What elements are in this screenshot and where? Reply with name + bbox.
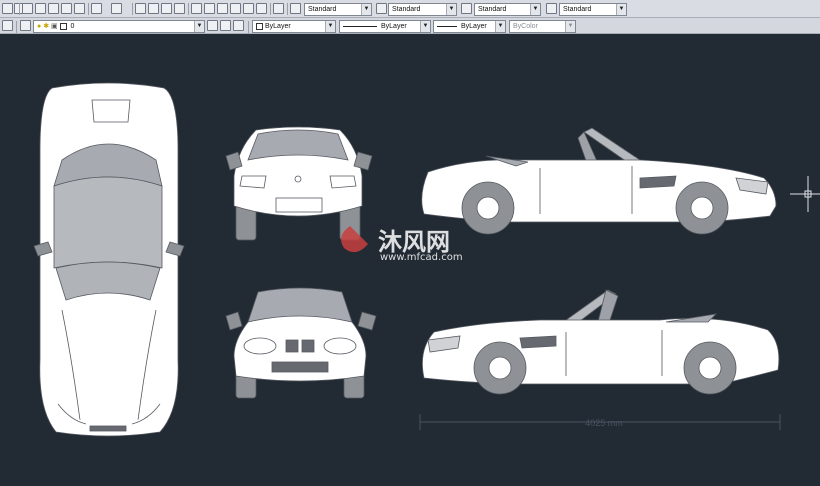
tool-palettes-icon[interactable] — [217, 3, 228, 14]
markup-icon[interactable] — [243, 3, 254, 14]
match-properties-icon[interactable] — [74, 3, 85, 14]
lineweight-preview — [437, 26, 457, 27]
copy-icon[interactable] — [35, 3, 46, 14]
properties-icon[interactable] — [191, 3, 202, 14]
undo-icon[interactable] — [91, 3, 102, 14]
chevron-down-icon: ▼ — [420, 21, 430, 32]
front-headlight-left — [244, 338, 276, 354]
color-swatch — [256, 23, 263, 30]
linetype-select[interactable]: ByLayer ▼ — [339, 20, 431, 33]
zoom-previous-icon[interactable] — [174, 3, 185, 14]
table-style-value: Standard — [478, 6, 506, 13]
rear-taillight-right — [330, 176, 356, 188]
table-style-select[interactable]: Standard ▼ — [474, 3, 541, 16]
toolbar-separator — [19, 3, 20, 15]
side1-side-vent — [640, 176, 676, 188]
dim-style-value: Standard — [392, 6, 420, 13]
layers-properties-toolbar: ● ✱ ▣ 0 ▼ ByLayer ▼ ByLayer ▼ ByLayer ▼ ByC… — [0, 18, 820, 34]
chevron-down-icon: ▼ — [361, 4, 371, 15]
side1-hub-front — [691, 197, 713, 219]
multileader-style-icon[interactable] — [546, 3, 557, 14]
side2-side-vent — [520, 336, 556, 348]
zoom-realtime-icon[interactable] — [148, 3, 159, 14]
pan-icon[interactable] — [135, 3, 146, 14]
toolbar-separator — [188, 3, 189, 15]
multileader-style-value: Standard — [563, 6, 591, 13]
layer-select[interactable]: ● ✱ ▣ 0 ▼ — [33, 20, 205, 33]
multileader-style-select[interactable]: Standard ▼ — [559, 3, 627, 16]
chevron-down-icon: ▼ — [325, 21, 335, 32]
toolbar-separator — [287, 3, 288, 15]
sun-icon: ✱ — [43, 23, 49, 30]
dim-style-icon[interactable] — [376, 3, 387, 14]
layer-properties-icon[interactable] — [2, 20, 13, 31]
zoom-window-icon[interactable] — [161, 3, 172, 14]
layer-previous-icon[interactable] — [220, 20, 231, 31]
chevron-down-icon: ▼ — [446, 4, 456, 15]
lineweight-value: ByLayer — [461, 23, 487, 30]
plot-style-value: ByColor — [513, 23, 538, 30]
front-license-plate — [272, 362, 328, 372]
redo-icon[interactable] — [111, 3, 122, 14]
watermark-url: www.mfcad.com — [380, 252, 463, 263]
design-center-icon[interactable] — [204, 3, 215, 14]
toolbar-separator — [248, 21, 249, 33]
toolbar-separator — [270, 3, 271, 15]
color-value: ByLayer — [265, 23, 291, 30]
standard-toolbar: Standard ▼ Standard ▼ Standard ▼ Standard ▼ — [0, 0, 820, 18]
lightbulb-icon: ● — [37, 23, 41, 30]
table-style-icon[interactable] — [461, 3, 472, 14]
top-rear-plate — [90, 426, 126, 431]
side2-hub-front — [489, 357, 511, 379]
layer-walk-icon[interactable] — [233, 20, 244, 31]
side1-hub-rear — [477, 197, 499, 219]
color-select[interactable]: ByLayer ▼ — [252, 20, 336, 33]
text-style-select[interactable]: Standard ▼ — [304, 3, 372, 16]
text-style-value: Standard — [308, 6, 336, 13]
chevron-down-icon: ▼ — [565, 21, 575, 32]
save-icon[interactable] — [61, 3, 72, 14]
linetype-preview — [343, 26, 377, 27]
lock-icon: ▣ — [51, 23, 58, 30]
dimension-text: 4025 mm — [585, 418, 623, 428]
cut-icon[interactable] — [22, 3, 33, 14]
linetype-value: ByLayer — [381, 23, 407, 30]
new-file-icon[interactable] — [2, 3, 13, 14]
toolbar-separator — [16, 21, 17, 33]
help-icon[interactable] — [273, 3, 284, 14]
text-style-icon[interactable] — [290, 3, 301, 14]
dim-style-select[interactable]: Standard ▼ — [388, 3, 457, 16]
toolbar-separator — [132, 3, 133, 15]
layer-name: 0 — [71, 23, 75, 30]
paste-icon[interactable] — [48, 3, 59, 14]
chevron-down-icon: ▼ — [495, 21, 505, 32]
front-headlight-right — [324, 338, 356, 354]
chevron-down-icon: ▼ — [194, 21, 204, 32]
quickcalc-icon[interactable] — [256, 3, 267, 14]
top-hood-scoop — [92, 100, 130, 122]
toolbar-separator — [88, 3, 89, 15]
chevron-down-icon: ▼ — [616, 4, 626, 15]
make-current-layer-icon[interactable] — [207, 20, 218, 31]
plot-style-select: ByColor ▼ — [509, 20, 576, 33]
drawing-canvas[interactable]: 4025 mm 沐风网 www.mfcad.com — [0, 34, 820, 486]
sheet-set-icon[interactable] — [230, 3, 241, 14]
top-cabin — [54, 177, 162, 268]
rear-badge — [295, 176, 301, 182]
rear-taillight-left — [240, 176, 266, 188]
rear-license-plate — [276, 198, 322, 212]
side2-hub-rear — [699, 357, 721, 379]
layer-states-icon[interactable] — [20, 20, 31, 31]
layer-color-swatch — [60, 23, 67, 30]
lineweight-select[interactable]: ByLayer ▼ — [433, 20, 506, 33]
car-top-view — [34, 83, 184, 436]
chevron-down-icon: ▼ — [530, 4, 540, 15]
